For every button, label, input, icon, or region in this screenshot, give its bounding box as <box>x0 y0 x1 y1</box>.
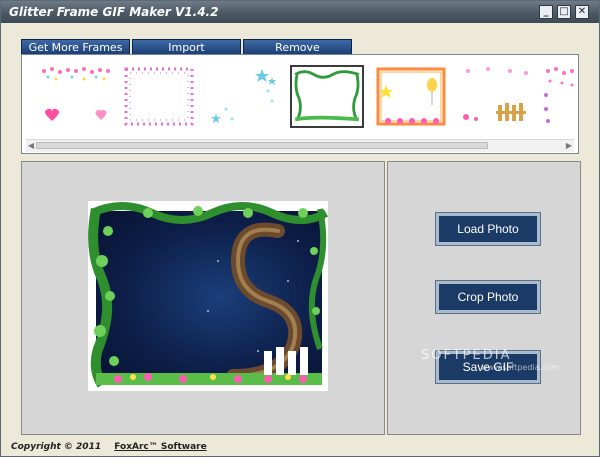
frame-pink-dots-icon <box>124 67 194 126</box>
import-button[interactable]: Import <box>132 39 241 55</box>
title-bar[interactable]: Glitter Frame GIF Maker V1.4.2 _ □ ✕ <box>1 1 599 23</box>
frame-fence-icon <box>463 67 528 121</box>
app-window: Glitter Frame GIF Maker V1.4.2 _ □ ✕ Get… <box>0 0 600 457</box>
maximize-button[interactable]: □ <box>557 5 571 19</box>
frame-pink-sparkle-icon <box>544 67 574 123</box>
close-button[interactable]: ✕ <box>575 5 589 19</box>
frame-balloons-icon <box>376 67 446 126</box>
scroll-right-icon[interactable]: ▶ <box>564 140 574 152</box>
frames-gallery: ◀ ▶ <box>21 54 579 154</box>
frame-thumbnail[interactable] <box>122 65 196 128</box>
footer: Copyright © 2011 FoxArc™ Software <box>11 442 207 452</box>
crop-photo-button[interactable]: Crop Photo <box>436 281 540 313</box>
frame-stars-icon <box>211 69 276 123</box>
watermark-url: www.softpedia.com <box>481 363 560 372</box>
watermark: SOFTPEDIA <box>421 348 512 363</box>
frame-thumbnail[interactable] <box>38 65 112 128</box>
frame-hearts-icon <box>42 67 110 121</box>
company-link[interactable]: FoxArc™ Software <box>114 442 206 452</box>
frame-thumbnail[interactable] <box>458 65 532 128</box>
frames-scrollbar[interactable]: ◀ ▶ <box>26 139 574 152</box>
photo-preview <box>88 201 328 391</box>
scroll-left-icon[interactable]: ◀ <box>26 140 36 152</box>
scrollbar-thumb[interactable] <box>36 142 488 149</box>
remove-button[interactable]: Remove <box>243 39 352 55</box>
actions-panel: Load Photo Crop Photo Save GIF <box>387 161 581 435</box>
get-more-frames-button[interactable]: Get More Frames <box>21 39 130 55</box>
photo-image <box>88 201 328 391</box>
frame-thumbnail-selected[interactable] <box>290 65 364 128</box>
preview-panel <box>21 161 385 435</box>
load-photo-button[interactable]: Load Photo <box>436 213 540 245</box>
frame-thumbnail[interactable] <box>374 65 448 128</box>
window-title: Glitter Frame GIF Maker V1.4.2 <box>9 5 219 19</box>
frame-thumbnail[interactable] <box>206 65 280 128</box>
frame-thumbnail[interactable] <box>542 65 578 128</box>
copyright-text: Copyright © 2011 <box>11 442 102 452</box>
minimize-button[interactable]: _ <box>539 5 553 19</box>
frame-vines-icon <box>294 69 360 124</box>
